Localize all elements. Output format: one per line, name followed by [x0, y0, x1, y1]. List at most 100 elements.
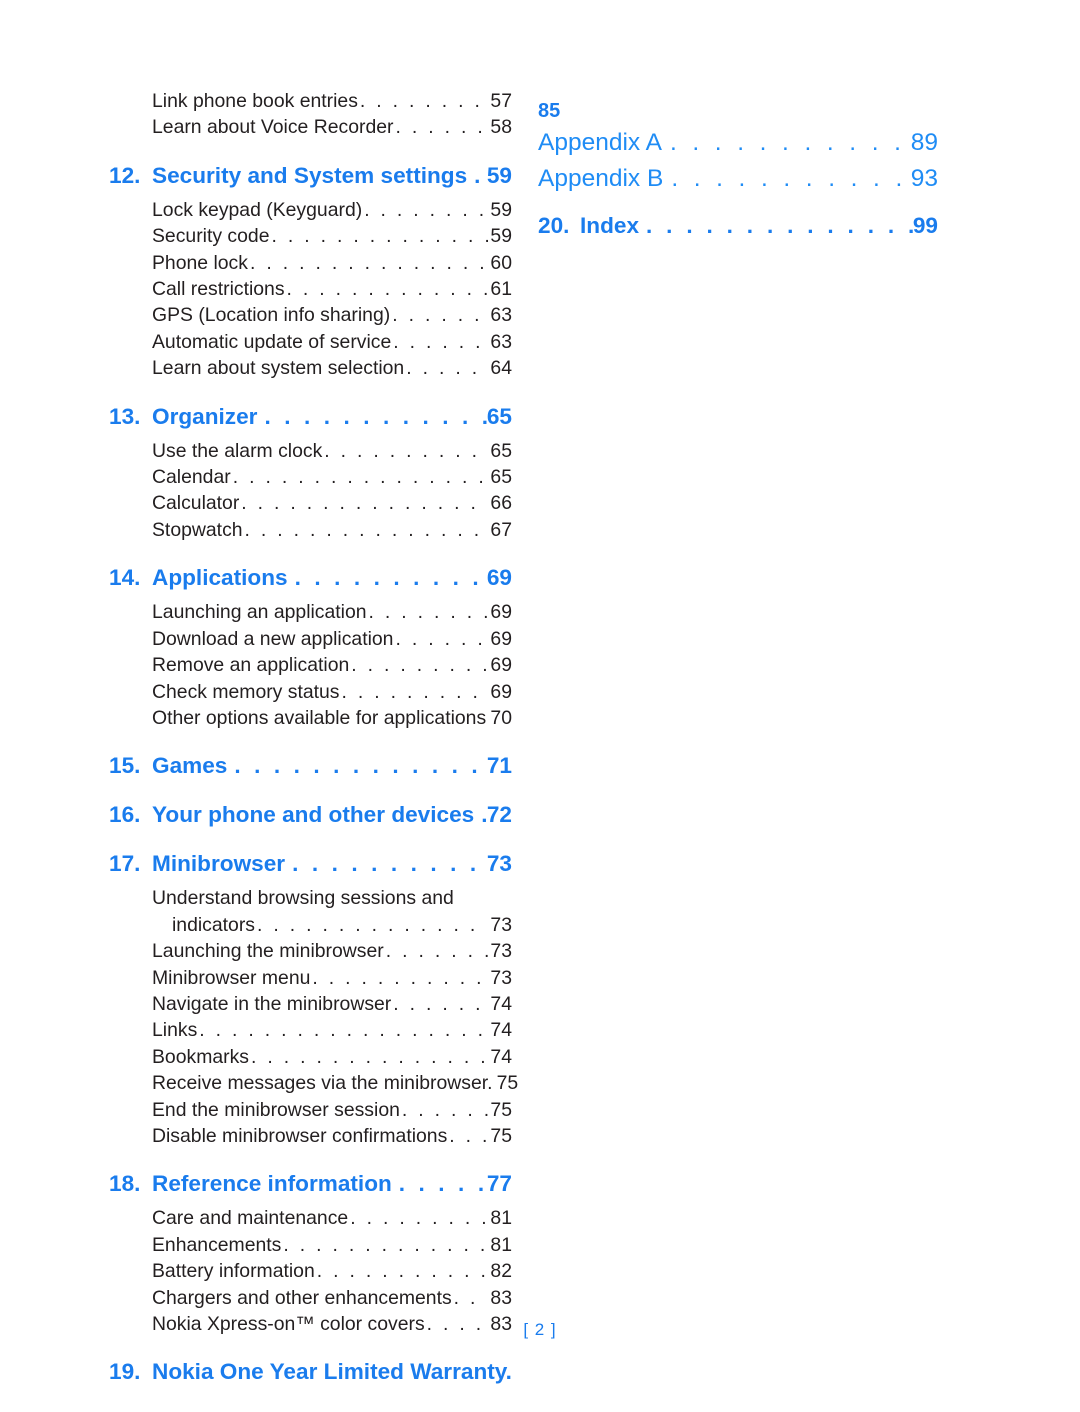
- leader-dots: . . . . . . . . . . . . . . . . . . . . …: [368, 601, 489, 624]
- leader-dots: . . . . . . . . . . . . . . . . . . . . …: [398, 1171, 487, 1197]
- toc-entry-label: Enhancements: [152, 1233, 282, 1256]
- toc-section-heading[interactable]: 18. Reference information . . . . . . . …: [109, 1169, 512, 1198]
- toc-section-heading[interactable]: 14. Applications . . . . . . . . . . . .…: [109, 563, 512, 592]
- toc-section-heading[interactable]: 17. Minibrowser . . . . . . . . . . . . …: [109, 849, 512, 878]
- toc-entry[interactable]: Links . . . . . . . . . . . . . . . . . …: [109, 1017, 512, 1043]
- toc-entry-label: Use the alarm clock: [152, 439, 323, 462]
- toc-entry-page: 64: [490, 357, 512, 380]
- toc-entry[interactable]: Launching the minibrowser . . . . . . . …: [109, 938, 512, 964]
- toc-entry[interactable]: Battery information . . . . . . . . . . …: [109, 1258, 512, 1284]
- toc-entry[interactable]: Learn about Voice Recorder . . . . . . .…: [109, 114, 512, 140]
- toc-entry[interactable]: Learn about system selection . . . . . .…: [109, 355, 512, 381]
- leader-dots: . . . . . . . . . . . . . . . . . . . . …: [341, 680, 489, 703]
- section-number: 12.: [109, 162, 141, 188]
- toc-appendix-entry[interactable]: Appendix A . . . . . . . . . . . . . . .…: [538, 125, 938, 161]
- toc-index-entry[interactable]: 20. Index . . . . . . . . . . . . . . . …: [538, 211, 938, 240]
- toc-entry[interactable]: Care and maintenance . . . . . . . . . .…: [109, 1205, 512, 1231]
- toc-entry-page: 81: [490, 1207, 512, 1230]
- section-number: 15.: [109, 753, 141, 779]
- section-title: Games: [152, 753, 228, 779]
- toc-entry[interactable]: Calculator . . . . . . . . . . . . . . .…: [109, 490, 512, 516]
- toc-entry[interactable]: End the minibrowser session . . . . . . …: [109, 1097, 512, 1123]
- index-page: 99: [912, 213, 938, 238]
- toc-entry[interactable]: Enhancements . . . . . . . . . . . . . .…: [109, 1232, 512, 1258]
- toc-entry-label: indicators: [172, 913, 255, 936]
- toc-entry[interactable]: Phone lock . . . . . . . . . . . . . . .…: [109, 250, 512, 276]
- toc-entry[interactable]: Lock keypad (Keyguard) . . . . . . . . .…: [109, 197, 512, 223]
- toc-entry-page: 63: [490, 330, 512, 353]
- toc-entry-label: End the minibrowser session: [152, 1098, 400, 1121]
- toc-entry[interactable]: Understand browsing sessions and: [109, 885, 512, 911]
- section-page: 71: [486, 753, 512, 779]
- toc-entry-page: 69: [490, 654, 512, 677]
- leader-dots: . . . . . . . . . . . . . . . . . . . . …: [292, 851, 487, 877]
- toc-entry[interactable]: Minibrowser menu . . . . . . . . . . . .…: [109, 965, 512, 991]
- toc-entry[interactable]: Disable minibrowser confirmations . . . …: [109, 1123, 512, 1149]
- toc-entry-page: 74: [490, 1045, 512, 1068]
- toc-entry[interactable]: Use the alarm clock . . . . . . . . . . …: [109, 438, 512, 464]
- toc-entry[interactable]: Navigate in the minibrowser . . . . . . …: [109, 991, 512, 1017]
- leader-dots: . . . . . . . . . . . . . . . . . . . . …: [264, 403, 486, 429]
- leader-dots: . . . . . . . . . . . . . . . . . . . . …: [316, 1260, 489, 1283]
- toc-entry[interactable]: Stopwatch . . . . . . . . . . . . . . . …: [109, 517, 512, 543]
- toc-entry-page: 65: [490, 439, 512, 462]
- toc-section-heading[interactable]: 19. Nokia One Year Limited Warranty.: [109, 1357, 512, 1386]
- toc-entry-label: GPS (Location info sharing): [152, 304, 391, 327]
- toc-columns: Link phone book entries . . . . . . . . …: [0, 0, 1080, 1393]
- section-number: 18.: [109, 1171, 141, 1197]
- leader-dots: . . . . . . . . . . . . . . . . . . . . …: [312, 966, 488, 989]
- toc-entry[interactable]: GPS (Location info sharing) . . . . . . …: [109, 302, 512, 328]
- toc-entry-page: 60: [490, 251, 512, 274]
- toc-entry[interactable]: Launching an application . . . . . . . .…: [109, 599, 512, 625]
- leader-dots: . . . . . . . . . . . . . . . . . . . . …: [294, 565, 487, 591]
- toc-entry-page: 61: [490, 278, 512, 301]
- leader-dots: . . . . . . . . . . . . . . . . . . . . …: [401, 1098, 489, 1121]
- toc-entry[interactable]: Remove an application . . . . . . . . . …: [109, 652, 512, 678]
- leader-dots: . . . . . . . . . . . . . . . . . . . . …: [283, 1233, 489, 1256]
- toc-entry[interactable]: Link phone book entries . . . . . . . . …: [109, 88, 512, 114]
- continued-page-number: 85: [538, 100, 561, 122]
- leader-dots: . . . . . . . . . . . . . . . . . . . . …: [395, 116, 488, 139]
- section-title: Nokia One Year Limited Warranty.: [152, 1359, 512, 1385]
- toc-entry[interactable]: Call restrictions . . . . . . . . . . . …: [109, 276, 512, 302]
- toc-entry-page: 69: [490, 680, 512, 703]
- toc-entry[interactable]: Calendar . . . . . . . . . . . . . . . .…: [109, 464, 512, 490]
- toc-entry[interactable]: Chargers and other enhancements . . . . …: [109, 1285, 512, 1311]
- leader-dots: . . . . . . . . . . . . . . . . . . . . …: [234, 753, 486, 779]
- toc-entry-page: 67: [490, 518, 512, 541]
- section-page: 59: [486, 162, 512, 188]
- toc-entry-page: 83: [490, 1286, 512, 1309]
- toc-entry[interactable]: Other options available for applications…: [109, 705, 512, 731]
- toc-entry[interactable]: Bookmarks . . . . . . . . . . . . . . . …: [109, 1044, 512, 1070]
- toc-section-heading[interactable]: 12. Security and System settings . . . .…: [109, 161, 512, 190]
- section-page: 77: [486, 1171, 512, 1197]
- toc-entry-label: Understand browsing sessions and: [152, 887, 454, 910]
- appendix-label: Appendix B: [538, 165, 664, 192]
- toc-entry-page: 59: [490, 225, 512, 248]
- toc-entry[interactable]: Download a new application . . . . . . .…: [109, 626, 512, 652]
- toc-entry[interactable]: Automatic update of service . . . . . . …: [109, 329, 512, 355]
- toc-entry-page: 58: [490, 116, 512, 139]
- leader-dots: . . . . . . . . . . . . . . . . . . . . …: [350, 1207, 488, 1230]
- toc-entry-label: Links: [152, 1019, 198, 1042]
- section-title: Minibrowser: [152, 851, 286, 877]
- toc-entry-page: 74: [490, 1019, 512, 1042]
- toc-entry[interactable]: indicators . . . . . . . . . . . . . . .…: [109, 912, 512, 938]
- leader-dots: . . . . . . . . . . . . . . . . . . . . …: [364, 198, 488, 221]
- toc-right-column: 85 Appendix A . . . . . . . . . . . . . …: [512, 0, 1080, 240]
- toc-entry[interactable]: Security code . . . . . . . . . . . . . …: [109, 223, 512, 249]
- section-page: 73: [486, 851, 512, 877]
- toc-section-heading[interactable]: 13. Organizer . . . . . . . . . . . . . …: [109, 402, 512, 431]
- toc-entry-label: Automatic update of service: [152, 330, 392, 353]
- toc-entry[interactable]: Check memory status . . . . . . . . . . …: [109, 679, 512, 705]
- page-folio: [ 2 ]: [523, 1320, 557, 1339]
- toc-section-heading[interactable]: 16. Your phone and other devices . . . .…: [109, 800, 512, 829]
- appendix-page: 89: [910, 129, 938, 156]
- leader-dots: . . . . . . . . . . . . . . . . . . . . …: [241, 492, 488, 515]
- index-label: Index: [580, 213, 640, 238]
- leader-dots: . . . . . . . . . . . . . . . . . . . . …: [393, 992, 488, 1015]
- toc-entry-page: 59: [490, 198, 512, 221]
- toc-entry[interactable]: Receive messages via the minibrowser. 75: [109, 1070, 518, 1096]
- toc-appendix-entry[interactable]: Appendix B . . . . . . . . . . . . . . .…: [538, 161, 938, 197]
- toc-section-heading[interactable]: 15. Games . . . . . . . . . . . . . . . …: [109, 751, 512, 780]
